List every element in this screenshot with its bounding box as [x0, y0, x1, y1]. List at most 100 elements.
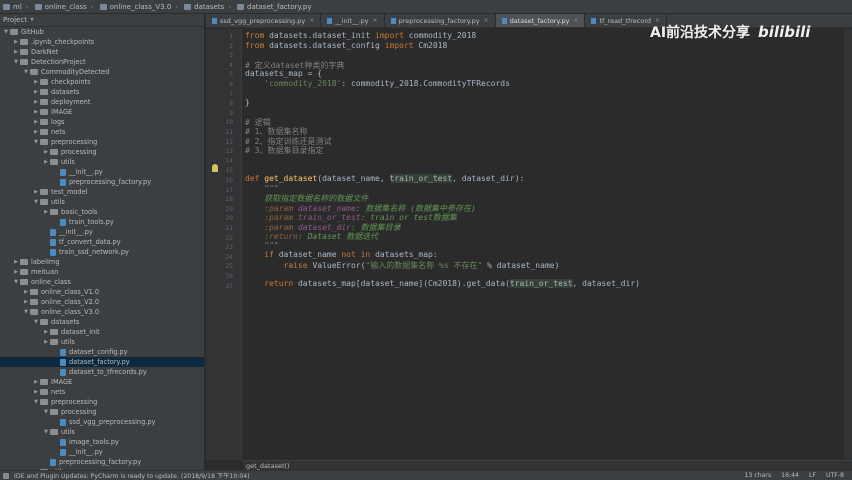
- chevron-right-icon[interactable]: ▶: [12, 259, 20, 265]
- chevron-right-icon[interactable]: ▶: [12, 269, 20, 275]
- tree-folder[interactable]: ▶ datasets: [0, 87, 204, 97]
- tree-folder[interactable]: ▼ CommodityDetected: [0, 67, 204, 77]
- close-icon[interactable]: ×: [484, 17, 489, 24]
- chevron-right-icon[interactable]: ▶: [22, 289, 30, 295]
- tree-folder[interactable]: ▼ processing: [0, 407, 204, 417]
- tree-folder[interactable]: ▶ nets: [0, 387, 204, 397]
- chevron-right-icon[interactable]: ▶: [32, 89, 40, 95]
- tree-file[interactable]: __init__.py: [0, 167, 204, 177]
- tree-folder[interactable]: ▶ labelImg: [0, 257, 204, 267]
- close-icon[interactable]: ×: [573, 17, 578, 24]
- tree-folder[interactable]: ▼ GitHub: [0, 27, 204, 37]
- tree-file[interactable]: dataset_config.py: [0, 347, 204, 357]
- tree-folder[interactable]: ▶ deployment: [0, 97, 204, 107]
- status-message[interactable]: IDE and Plugin Updates: PyCharm is ready…: [0, 471, 744, 480]
- tree-folder[interactable]: ▶ logs: [0, 117, 204, 127]
- tree-folder[interactable]: ▶ IMAGE: [0, 377, 204, 387]
- close-icon[interactable]: ×: [373, 17, 378, 24]
- tree-folder[interactable]: ▶ online_class_V2.0: [0, 297, 204, 307]
- tree-folder[interactable]: ▶ .ipynb_checkpoints: [0, 37, 204, 47]
- editor-tab[interactable]: __init__.py ×: [321, 14, 385, 27]
- file-encoding[interactable]: UTF-8: [826, 472, 844, 479]
- tree-folder[interactable]: ▶ online_class_V1.0: [0, 287, 204, 297]
- tree-folder[interactable]: ▶ nets: [0, 127, 204, 137]
- tree-file[interactable]: preprocessing_factory.py: [0, 457, 204, 467]
- chevron-down-icon[interactable]: ▼: [32, 199, 40, 205]
- tree-file[interactable]: dataset_factory.py: [0, 357, 204, 368]
- chevron-down-icon[interactable]: ▼: [12, 59, 20, 65]
- chevron-right-icon[interactable]: ▶: [42, 149, 50, 155]
- project-panel-title[interactable]: Project: [3, 16, 27, 24]
- breadcrumb-item[interactable]: dataset_factory.py: [234, 0, 314, 14]
- editor-tab[interactable]: ssd_vgg_preprocessing.py ×: [206, 14, 322, 27]
- tree-label: dataset_init: [61, 328, 100, 337]
- line-separator[interactable]: LF: [809, 472, 816, 479]
- tree-folder[interactable]: ▶ DarkNet: [0, 47, 204, 57]
- chevron-down-icon[interactable]: ▼: [32, 139, 40, 145]
- tree-folder[interactable]: ▼ online_class_V3.0: [0, 307, 204, 317]
- tree-file[interactable]: __init__.py: [0, 447, 204, 457]
- chevron-right-icon[interactable]: ▶: [32, 189, 40, 195]
- tree-file[interactable]: dataset_to_tfrecords.py: [0, 367, 204, 377]
- breadcrumb-item[interactable]: ml ›: [0, 0, 32, 14]
- chevron-right-icon[interactable]: ▶: [32, 109, 40, 115]
- chevron-down-icon[interactable]: ▼: [22, 309, 30, 315]
- breadcrumb-item[interactable]: online_class_V3.0 ›: [97, 0, 181, 14]
- chevron-right-icon[interactable]: ▶: [32, 389, 40, 395]
- chevron-right-icon[interactable]: ▶: [42, 339, 50, 345]
- tree-folder[interactable]: ▼ online_class: [0, 277, 204, 287]
- chevron-down-icon[interactable]: ▼: [32, 319, 40, 325]
- tree-file[interactable]: image_tools.py: [0, 437, 204, 447]
- tree-folder[interactable]: ▼ DetectionProject: [0, 57, 204, 67]
- tree-file[interactable]: ssd_vgg_preprocessing.py: [0, 417, 204, 427]
- tree-folder[interactable]: ▼ preprocessing: [0, 397, 204, 407]
- tree-file[interactable]: preprocessing_factory.py: [0, 177, 204, 187]
- chevron-down-icon[interactable]: ▼: [32, 399, 40, 405]
- tree-file[interactable]: __init__.py: [0, 227, 204, 237]
- tree-folder[interactable]: ▶ dataset_init: [0, 327, 204, 337]
- chevron-right-icon[interactable]: ▶: [12, 49, 20, 55]
- chevron-right-icon[interactable]: ▶: [22, 299, 30, 305]
- tree-file[interactable]: train_ssd_network.py: [0, 247, 204, 257]
- editor-tab[interactable]: preprocessing_factory.py ×: [385, 14, 496, 27]
- chevron-down-icon[interactable]: ▼: [42, 409, 50, 415]
- chevron-right-icon[interactable]: ▶: [32, 129, 40, 135]
- chevron-down-icon[interactable]: ▼: [2, 29, 10, 35]
- close-icon[interactable]: ×: [309, 17, 314, 24]
- caret-position[interactable]: 16:44: [781, 472, 799, 479]
- tree-folder[interactable]: ▼ utils: [0, 427, 204, 437]
- tree-folder[interactable]: ▼ preprocessing: [0, 137, 204, 147]
- tree-file[interactable]: train_tools.py: [0, 217, 204, 227]
- chevron-right-icon[interactable]: ▶: [32, 119, 40, 125]
- chevron-right-icon[interactable]: ▶: [12, 39, 20, 45]
- chevron-right-icon[interactable]: ▶: [32, 79, 40, 85]
- tree-folder[interactable]: ▶ basic_tools: [0, 207, 204, 217]
- chevron-right-icon[interactable]: ▶: [42, 209, 50, 215]
- event-log-icon[interactable]: [3, 473, 9, 479]
- tree-folder[interactable]: ▶ checkpoints: [0, 77, 204, 87]
- chevron-right-icon[interactable]: ▶: [42, 329, 50, 335]
- tree-folder[interactable]: ▶ utils: [0, 157, 204, 167]
- chevron-down-icon[interactable]: ▼: [12, 279, 20, 285]
- chevron-right-icon[interactable]: ▶: [32, 99, 40, 105]
- chevron-down-icon[interactable]: ▼: [42, 429, 50, 435]
- breadcrumb-item[interactable]: online_class ›: [32, 0, 97, 14]
- editor-breadcrumb[interactable]: get_dataset(): [243, 460, 852, 470]
- chevron-right-icon[interactable]: ▶: [32, 379, 40, 385]
- python-file-icon: [60, 168, 66, 176]
- chevron-down-icon[interactable]: ▼: [22, 69, 30, 75]
- code-editor[interactable]: from datasets.dataset_init import commod…: [243, 29, 852, 460]
- lightbulb-icon[interactable]: [212, 164, 218, 172]
- breadcrumb-item[interactable]: datasets ›: [181, 0, 234, 14]
- tree-folder[interactable]: ▶ processing: [0, 147, 204, 157]
- tree-folder[interactable]: ▼ datasets: [0, 317, 204, 327]
- editor-tab[interactable]: dataset_factory.py ×: [495, 14, 586, 27]
- chevron-right-icon[interactable]: ▶: [42, 159, 50, 165]
- tree-file[interactable]: tf_convert_data.py: [0, 237, 204, 247]
- tree-folder[interactable]: ▶ meituan: [0, 267, 204, 277]
- tree-folder[interactable]: ▶ utils: [0, 337, 204, 347]
- chevron-down-icon[interactable]: ▼: [30, 17, 34, 23]
- tree-folder[interactable]: ▼ utils: [0, 197, 204, 207]
- tree-folder[interactable]: ▶ test_model: [0, 187, 204, 197]
- tree-folder[interactable]: ▶ IMAGE: [0, 107, 204, 117]
